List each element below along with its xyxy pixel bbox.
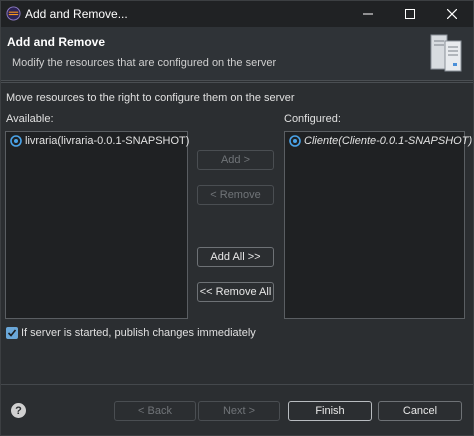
checkmark-icon (7, 329, 17, 337)
finish-button[interactable]: Finish (288, 401, 372, 421)
next-button[interactable]: Next > (198, 401, 280, 421)
remove-all-button[interactable]: << Remove All (197, 282, 274, 302)
help-icon[interactable]: ? (11, 403, 26, 418)
banner-description: Modify the resources that are configured… (12, 57, 277, 69)
publish-checkbox-label[interactable]: If server is started, publish changes im… (21, 327, 256, 339)
add-remove-dialog: Add and Remove... Add and Remove Modify … (0, 0, 474, 436)
publish-checkbox[interactable] (6, 327, 18, 339)
close-icon (447, 9, 457, 19)
module-icon (289, 135, 301, 147)
configured-item-label: Cliente(Cliente-0.0.1-SNAPSHOT) (304, 135, 473, 147)
available-list[interactable]: livraria(livraria-0.0.1-SNAPSHOT) (5, 131, 189, 319)
configured-label: Configured: (284, 113, 341, 125)
list-item[interactable]: Cliente(Cliente-0.0.1-SNAPSHOT) (289, 135, 472, 147)
available-item-label: livraria(livraria-0.0.1-SNAPSHOT) (25, 135, 190, 147)
minimize-button[interactable] (353, 1, 383, 27)
instructions-text: Move resources to the right to configure… (6, 92, 295, 104)
server-icon (425, 31, 467, 73)
add-button[interactable]: Add > (197, 150, 274, 170)
maximize-icon (405, 9, 415, 19)
footer-separator (1, 384, 473, 385)
minimize-icon (363, 13, 373, 15)
banner-separator (1, 82, 473, 83)
maximize-button[interactable] (395, 1, 425, 27)
cancel-button[interactable]: Cancel (378, 401, 462, 421)
dialog-banner: Add and Remove Modify the resources that… (1, 27, 473, 81)
remove-button[interactable]: < Remove (197, 185, 274, 205)
module-icon (10, 135, 22, 147)
add-all-button[interactable]: Add All >> (197, 247, 274, 267)
close-button[interactable] (437, 1, 467, 27)
title-bar: Add and Remove... (1, 1, 473, 27)
back-button[interactable]: < Back (114, 401, 196, 421)
available-label: Available: (6, 113, 54, 125)
eclipse-icon (6, 6, 21, 21)
banner-title: Add and Remove (7, 35, 106, 49)
configured-list[interactable]: Cliente(Cliente-0.0.1-SNAPSHOT) (284, 131, 472, 319)
list-item[interactable]: livraria(livraria-0.0.1-SNAPSHOT) (10, 135, 189, 147)
window-title: Add and Remove... (25, 7, 128, 21)
